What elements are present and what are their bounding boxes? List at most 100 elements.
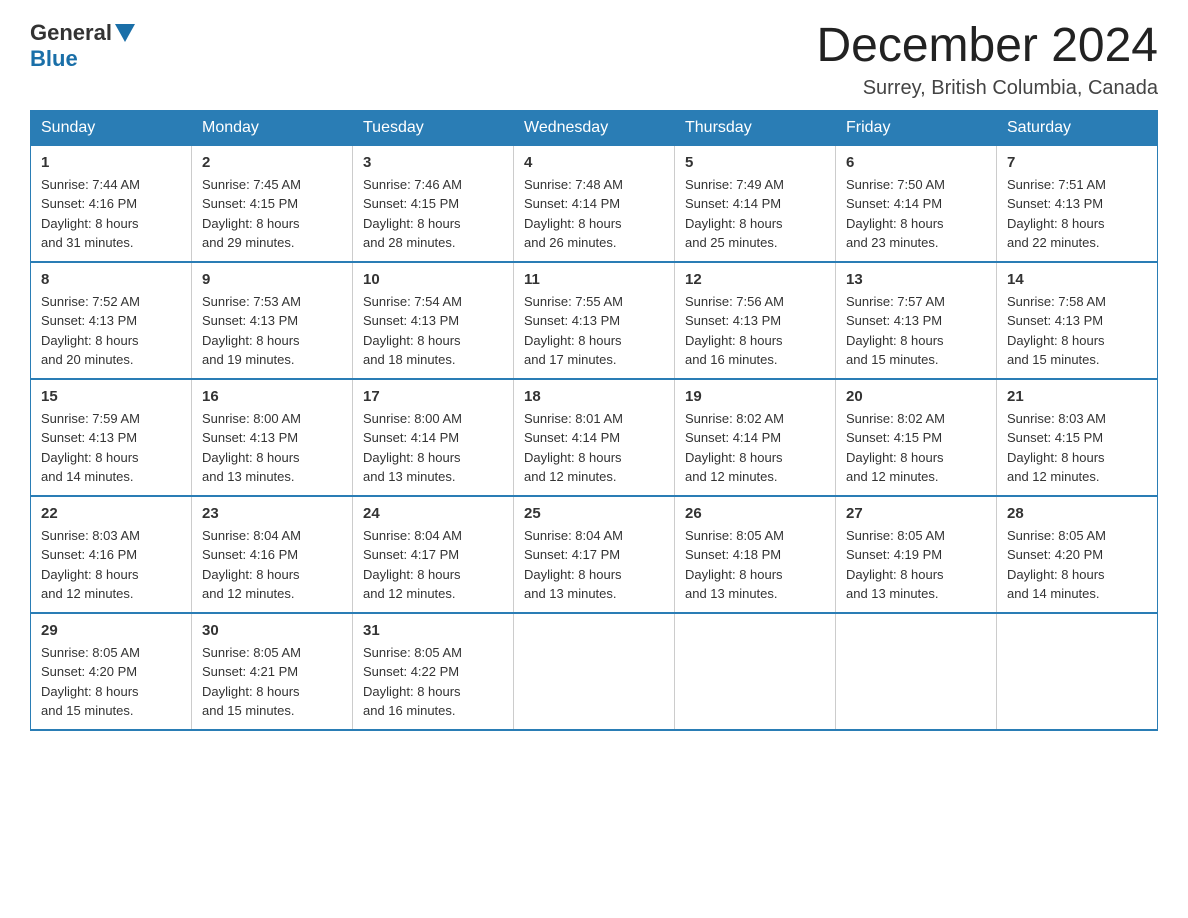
calendar-body: 1 Sunrise: 7:44 AMSunset: 4:16 PMDayligh… <box>31 145 1158 730</box>
calendar-week-row: 15 Sunrise: 7:59 AMSunset: 4:13 PMDaylig… <box>31 379 1158 496</box>
calendar-cell: 15 Sunrise: 7:59 AMSunset: 4:13 PMDaylig… <box>31 379 192 496</box>
col-sunday: Sunday <box>31 110 192 145</box>
day-number: 13 <box>846 271 986 288</box>
day-number: 11 <box>524 271 664 288</box>
calendar-cell: 7 Sunrise: 7:51 AMSunset: 4:13 PMDayligh… <box>997 145 1158 262</box>
day-number: 15 <box>41 388 181 405</box>
day-number: 12 <box>685 271 825 288</box>
calendar-cell: 24 Sunrise: 8:04 AMSunset: 4:17 PMDaylig… <box>353 496 514 613</box>
calendar-cell: 3 Sunrise: 7:46 AMSunset: 4:15 PMDayligh… <box>353 145 514 262</box>
calendar-cell: 8 Sunrise: 7:52 AMSunset: 4:13 PMDayligh… <box>31 262 192 379</box>
calendar-cell: 17 Sunrise: 8:00 AMSunset: 4:14 PMDaylig… <box>353 379 514 496</box>
day-info: Sunrise: 8:02 AMSunset: 4:15 PMDaylight:… <box>846 409 986 487</box>
day-info: Sunrise: 7:53 AMSunset: 4:13 PMDaylight:… <box>202 292 342 370</box>
calendar-cell: 10 Sunrise: 7:54 AMSunset: 4:13 PMDaylig… <box>353 262 514 379</box>
calendar-cell: 20 Sunrise: 8:02 AMSunset: 4:15 PMDaylig… <box>836 379 997 496</box>
day-number: 18 <box>524 388 664 405</box>
day-number: 26 <box>685 505 825 522</box>
day-number: 21 <box>1007 388 1147 405</box>
calendar-week-row: 1 Sunrise: 7:44 AMSunset: 4:16 PMDayligh… <box>31 145 1158 262</box>
calendar-cell: 26 Sunrise: 8:05 AMSunset: 4:18 PMDaylig… <box>675 496 836 613</box>
day-info: Sunrise: 8:04 AMSunset: 4:16 PMDaylight:… <box>202 526 342 604</box>
day-number: 20 <box>846 388 986 405</box>
day-info: Sunrise: 7:48 AMSunset: 4:14 PMDaylight:… <box>524 175 664 253</box>
day-info: Sunrise: 7:50 AMSunset: 4:14 PMDaylight:… <box>846 175 986 253</box>
day-info: Sunrise: 7:44 AMSunset: 4:16 PMDaylight:… <box>41 175 181 253</box>
logo-general-text: General <box>30 20 112 46</box>
logo: General Blue <box>30 20 138 72</box>
day-info: Sunrise: 8:00 AMSunset: 4:14 PMDaylight:… <box>363 409 503 487</box>
day-info: Sunrise: 7:55 AMSunset: 4:13 PMDaylight:… <box>524 292 664 370</box>
day-info: Sunrise: 7:51 AMSunset: 4:13 PMDaylight:… <box>1007 175 1147 253</box>
day-number: 9 <box>202 271 342 288</box>
calendar-cell <box>675 613 836 730</box>
calendar-cell: 6 Sunrise: 7:50 AMSunset: 4:14 PMDayligh… <box>836 145 997 262</box>
day-number: 16 <box>202 388 342 405</box>
calendar-cell: 16 Sunrise: 8:00 AMSunset: 4:13 PMDaylig… <box>192 379 353 496</box>
day-number: 6 <box>846 154 986 171</box>
calendar-cell <box>836 613 997 730</box>
day-info: Sunrise: 7:46 AMSunset: 4:15 PMDaylight:… <box>363 175 503 253</box>
calendar-cell: 25 Sunrise: 8:04 AMSunset: 4:17 PMDaylig… <box>514 496 675 613</box>
calendar-cell: 21 Sunrise: 8:03 AMSunset: 4:15 PMDaylig… <box>997 379 1158 496</box>
day-info: Sunrise: 8:02 AMSunset: 4:14 PMDaylight:… <box>685 409 825 487</box>
day-number: 28 <box>1007 505 1147 522</box>
calendar-cell: 29 Sunrise: 8:05 AMSunset: 4:20 PMDaylig… <box>31 613 192 730</box>
location-subtitle: Surrey, British Columbia, Canada <box>816 77 1158 100</box>
day-info: Sunrise: 8:05 AMSunset: 4:20 PMDaylight:… <box>41 643 181 721</box>
day-number: 23 <box>202 505 342 522</box>
day-info: Sunrise: 8:01 AMSunset: 4:14 PMDaylight:… <box>524 409 664 487</box>
calendar-week-row: 22 Sunrise: 8:03 AMSunset: 4:16 PMDaylig… <box>31 496 1158 613</box>
day-number: 4 <box>524 154 664 171</box>
calendar-cell: 22 Sunrise: 8:03 AMSunset: 4:16 PMDaylig… <box>31 496 192 613</box>
calendar-table: Sunday Monday Tuesday Wednesday Thursday… <box>30 110 1158 731</box>
logo-blue-text: Blue <box>30 46 78 72</box>
header-row: Sunday Monday Tuesday Wednesday Thursday… <box>31 110 1158 145</box>
calendar-week-row: 8 Sunrise: 7:52 AMSunset: 4:13 PMDayligh… <box>31 262 1158 379</box>
calendar-cell <box>997 613 1158 730</box>
month-year-title: December 2024 <box>816 20 1158 73</box>
day-number: 7 <box>1007 154 1147 171</box>
day-info: Sunrise: 8:05 AMSunset: 4:21 PMDaylight:… <box>202 643 342 721</box>
day-info: Sunrise: 7:54 AMSunset: 4:13 PMDaylight:… <box>363 292 503 370</box>
day-info: Sunrise: 7:52 AMSunset: 4:13 PMDaylight:… <box>41 292 181 370</box>
calendar-cell: 14 Sunrise: 7:58 AMSunset: 4:13 PMDaylig… <box>997 262 1158 379</box>
day-number: 14 <box>1007 271 1147 288</box>
col-wednesday: Wednesday <box>514 110 675 145</box>
calendar-cell: 27 Sunrise: 8:05 AMSunset: 4:19 PMDaylig… <box>836 496 997 613</box>
calendar-week-row: 29 Sunrise: 8:05 AMSunset: 4:20 PMDaylig… <box>31 613 1158 730</box>
day-info: Sunrise: 7:45 AMSunset: 4:15 PMDaylight:… <box>202 175 342 253</box>
calendar-cell: 31 Sunrise: 8:05 AMSunset: 4:22 PMDaylig… <box>353 613 514 730</box>
day-info: Sunrise: 8:05 AMSunset: 4:19 PMDaylight:… <box>846 526 986 604</box>
calendar-cell: 4 Sunrise: 7:48 AMSunset: 4:14 PMDayligh… <box>514 145 675 262</box>
day-info: Sunrise: 8:03 AMSunset: 4:15 PMDaylight:… <box>1007 409 1147 487</box>
day-number: 25 <box>524 505 664 522</box>
day-info: Sunrise: 7:58 AMSunset: 4:13 PMDaylight:… <box>1007 292 1147 370</box>
day-number: 30 <box>202 622 342 639</box>
day-info: Sunrise: 8:03 AMSunset: 4:16 PMDaylight:… <box>41 526 181 604</box>
day-number: 29 <box>41 622 181 639</box>
day-number: 31 <box>363 622 503 639</box>
day-info: Sunrise: 8:00 AMSunset: 4:13 PMDaylight:… <box>202 409 342 487</box>
calendar-cell: 13 Sunrise: 7:57 AMSunset: 4:13 PMDaylig… <box>836 262 997 379</box>
day-number: 8 <box>41 271 181 288</box>
day-info: Sunrise: 8:05 AMSunset: 4:20 PMDaylight:… <box>1007 526 1147 604</box>
page-header: General Blue December 2024 Surrey, Briti… <box>30 20 1158 100</box>
day-number: 27 <box>846 505 986 522</box>
logo-triangle-icon <box>115 24 135 42</box>
day-number: 17 <box>363 388 503 405</box>
calendar-cell: 19 Sunrise: 8:02 AMSunset: 4:14 PMDaylig… <box>675 379 836 496</box>
day-info: Sunrise: 8:05 AMSunset: 4:22 PMDaylight:… <box>363 643 503 721</box>
calendar-cell: 12 Sunrise: 7:56 AMSunset: 4:13 PMDaylig… <box>675 262 836 379</box>
day-info: Sunrise: 8:04 AMSunset: 4:17 PMDaylight:… <box>363 526 503 604</box>
day-info: Sunrise: 8:05 AMSunset: 4:18 PMDaylight:… <box>685 526 825 604</box>
day-info: Sunrise: 7:56 AMSunset: 4:13 PMDaylight:… <box>685 292 825 370</box>
col-tuesday: Tuesday <box>353 110 514 145</box>
day-number: 22 <box>41 505 181 522</box>
day-number: 5 <box>685 154 825 171</box>
day-number: 24 <box>363 505 503 522</box>
day-number: 19 <box>685 388 825 405</box>
day-number: 3 <box>363 154 503 171</box>
day-info: Sunrise: 8:04 AMSunset: 4:17 PMDaylight:… <box>524 526 664 604</box>
col-thursday: Thursday <box>675 110 836 145</box>
